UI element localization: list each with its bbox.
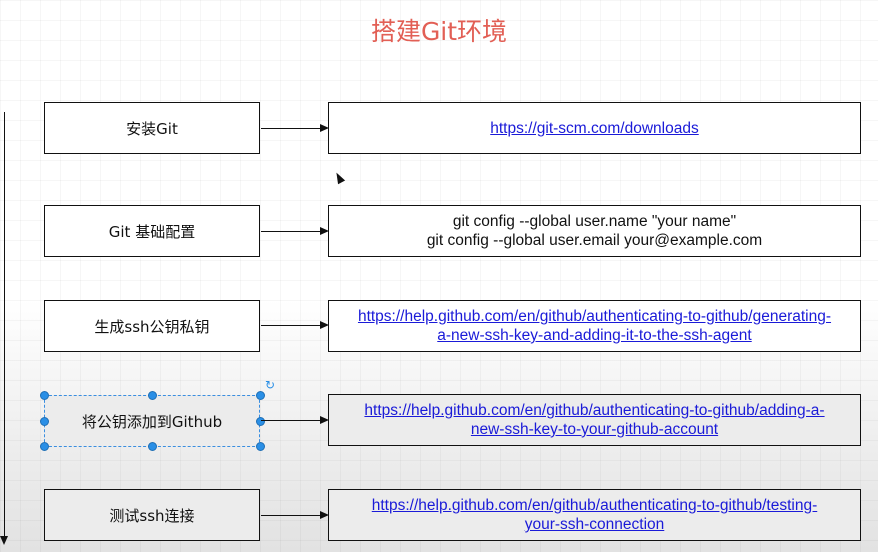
step-box-add-key-to-github[interactable]: 将公钥添加到Github (44, 395, 260, 447)
target-box-add-key-to-github[interactable]: https://help.github.com/en/github/authen… (328, 394, 861, 446)
target-box-generate-ssh-key[interactable]: https://help.github.com/en/github/authen… (328, 300, 861, 352)
add-key-link-line[interactable]: https://help.github.com/en/github/authen… (364, 401, 824, 420)
config-command-line: git config --global user.name "your name… (452, 213, 737, 230)
target-box-git-config[interactable]: git config --global user.name "your name… (328, 205, 861, 257)
ssh-key-link-line[interactable]: a-new-ssh-key-and-adding-it-to-the-ssh-a… (437, 326, 751, 345)
resize-handle[interactable] (256, 442, 265, 451)
resize-handle[interactable] (256, 391, 265, 400)
connector-arrow (261, 227, 329, 235)
target-box-test-ssh[interactable]: https://help.github.com/en/github/authen… (328, 489, 861, 541)
step-box-git-config[interactable]: Git 基础配置 (44, 205, 260, 257)
target-box-install-git[interactable]: https://git-scm.com/downloads (328, 102, 861, 154)
test-ssh-link-line[interactable]: https://help.github.com/en/github/authen… (372, 496, 817, 515)
canvas-grid (0, 0, 878, 552)
download-link[interactable]: https://git-scm.com/downloads (490, 119, 698, 138)
diagram-title: 搭建Git环境 (370, 17, 508, 46)
rotate-icon[interactable]: ↻ (265, 378, 275, 392)
flow-line (4, 112, 5, 542)
resize-handle[interactable] (40, 391, 49, 400)
step-box-test-ssh[interactable]: 测试ssh连接 (44, 489, 260, 541)
add-key-link-line[interactable]: new-ssh-key-to-your-github-account (471, 420, 718, 439)
resize-handle[interactable] (40, 417, 49, 426)
connector-arrow (261, 124, 329, 132)
connector-arrow (261, 321, 329, 329)
resize-handle[interactable] (40, 442, 49, 451)
test-ssh-link-line[interactable]: your-ssh-connection (525, 515, 665, 534)
flow-arrowhead (0, 536, 8, 545)
step-box-generate-ssh-key[interactable]: 生成ssh公钥私钥 (44, 300, 260, 352)
resize-handle[interactable] (148, 391, 157, 400)
resize-handle[interactable] (256, 417, 265, 426)
ssh-key-link-line[interactable]: https://help.github.com/en/github/authen… (358, 307, 831, 326)
connector-arrow (261, 416, 329, 424)
connector-arrow (261, 511, 329, 519)
resize-handle[interactable] (148, 442, 157, 451)
step-box-install-git[interactable]: 安装Git (44, 102, 260, 154)
config-command-line: git config --global user.email your@exam… (426, 232, 763, 249)
